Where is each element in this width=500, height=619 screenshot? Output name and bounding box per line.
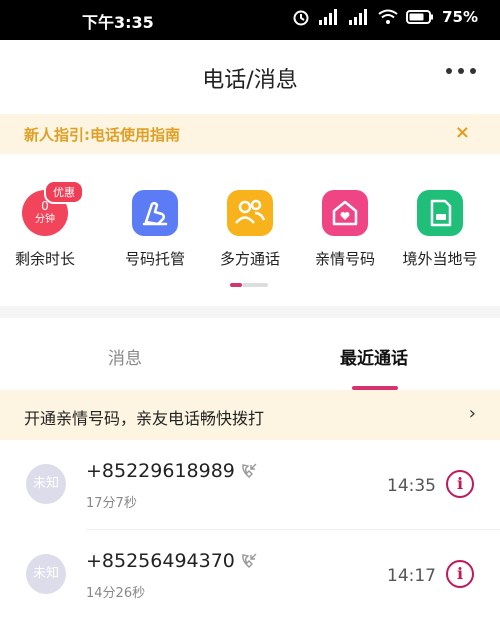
info-icon[interactable]: i bbox=[446, 470, 474, 498]
remaining-unit: 分钟 bbox=[35, 214, 55, 225]
feature-label: 亲情号码 bbox=[314, 250, 375, 268]
signal-icon bbox=[319, 9, 338, 25]
call-list: 未知 +85229618989 17分7秒 14:35 i 未知 +852564… bbox=[0, 440, 500, 619]
feature-label: 号码托管 bbox=[124, 250, 185, 268]
alarm-icon bbox=[293, 10, 309, 26]
avatar: 未知 bbox=[26, 554, 66, 594]
call-time: 14:35 bbox=[387, 476, 436, 496]
incoming-call-icon bbox=[242, 463, 257, 478]
feature-label: 多方通话 bbox=[219, 250, 280, 268]
feature-grid: 0 分钟 优惠 剩余时长 号码托管 多方通话 亲情号码 境外当地号 bbox=[0, 154, 500, 306]
page-title: 电话/消息 bbox=[202, 68, 298, 93]
feature-remaining-time[interactable]: 0 分钟 优惠 剩余时长 bbox=[0, 180, 90, 269]
multi-user-icon bbox=[227, 190, 273, 236]
status-bar: 下午3:35 75% bbox=[0, 0, 500, 40]
family-home-icon bbox=[322, 190, 368, 236]
feature-overseas-number[interactable]: 境外当地号 bbox=[395, 190, 485, 269]
page-dot bbox=[242, 283, 268, 287]
timer-icon: 0 分钟 优惠 bbox=[22, 180, 84, 236]
tab-bar: 消息 最近通话 bbox=[0, 318, 500, 390]
guide-text[interactable]: 新人指引:电话使用指南 bbox=[24, 124, 180, 145]
call-duration: 17分7秒 bbox=[86, 496, 137, 511]
status-time: 下午3:35 bbox=[82, 13, 154, 32]
more-dot-icon bbox=[458, 68, 464, 74]
incoming-call-icon bbox=[242, 553, 257, 568]
feature-multi-call[interactable]: 多方通话 bbox=[205, 190, 295, 269]
discount-badge: 优惠 bbox=[44, 180, 84, 204]
feature-family-number[interactable]: 亲情号码 bbox=[300, 190, 390, 269]
feature-label: 剩余时长 bbox=[14, 250, 75, 268]
family-number-promo[interactable]: 开通亲情号码，亲友电话畅快拨打 › bbox=[0, 390, 500, 440]
header: 电话/消息 bbox=[0, 40, 500, 114]
call-row[interactable]: 未知 +85229618989 17分7秒 14:35 i bbox=[0, 440, 500, 528]
info-icon[interactable]: i bbox=[446, 560, 474, 588]
avatar: 未知 bbox=[26, 464, 66, 504]
feature-label: 境外当地号 bbox=[402, 250, 478, 268]
page-indicator bbox=[230, 283, 270, 287]
more-menu-button[interactable] bbox=[446, 68, 476, 74]
page-dot-active bbox=[230, 283, 242, 287]
chevron-right-icon: › bbox=[468, 403, 476, 424]
sim-card-icon bbox=[417, 190, 463, 236]
phone-hosting-icon bbox=[132, 190, 178, 236]
battery-icon bbox=[406, 10, 434, 24]
feature-number-hosting[interactable]: 号码托管 bbox=[110, 190, 200, 269]
tab-recent-calls[interactable]: 最近通话 bbox=[340, 344, 408, 369]
signal-hd-icon bbox=[349, 9, 368, 25]
more-dot-icon bbox=[470, 68, 476, 74]
call-number: +85256494370 bbox=[86, 550, 235, 572]
call-time: 14:17 bbox=[387, 566, 436, 586]
wifi-icon bbox=[378, 9, 398, 24]
tab-messages[interactable]: 消息 bbox=[108, 344, 142, 369]
guide-banner[interactable]: 新人指引:电话使用指南 × bbox=[0, 114, 500, 154]
call-row[interactable]: 未知 +85256494370 14分26秒 14:17 i bbox=[0, 530, 500, 618]
more-dot-icon bbox=[446, 68, 452, 74]
battery-percent: 75% bbox=[442, 8, 478, 26]
call-number: +85229618989 bbox=[86, 460, 235, 482]
status-icons: 75% bbox=[292, 8, 478, 26]
promo-text: 开通亲情号码，亲友电话畅快拨打 bbox=[24, 409, 265, 428]
call-duration: 14分26秒 bbox=[86, 586, 146, 601]
guide-close-button[interactable]: × bbox=[455, 122, 470, 143]
